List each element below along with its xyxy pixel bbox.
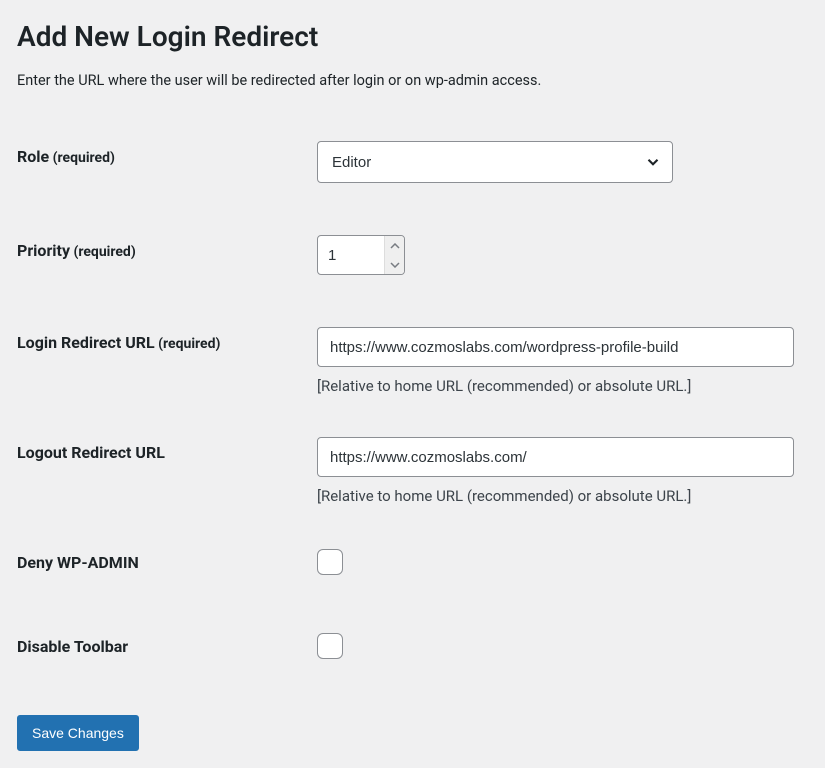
logout-redirect-label-main: Logout Redirect URL (17, 443, 165, 462)
chevron-up-icon (390, 243, 400, 249)
field-row-priority: Priority (required) (17, 235, 808, 275)
role-select[interactable]: Editor (317, 141, 673, 183)
priority-label: Priority (required) (17, 235, 317, 260)
role-label-main: Role (17, 147, 49, 166)
field-row-logout-redirect: Logout Redirect URL [Relative to home UR… (17, 437, 808, 505)
deny-wpadmin-checkbox[interactable] (317, 549, 343, 575)
page-title: Add New Login Redirect (17, 17, 808, 53)
logout-redirect-url-input[interactable] (317, 437, 794, 477)
chevron-down-icon (390, 262, 400, 268)
field-row-login-redirect: Login Redirect URL (required) [Relative … (17, 327, 808, 395)
priority-label-main: Priority (17, 241, 70, 260)
field-row-disable-toolbar: Disable Toolbar (17, 631, 808, 663)
login-redirect-url-input[interactable] (317, 327, 794, 367)
disable-toolbar-label: Disable Toolbar (17, 631, 317, 656)
page-description: Enter the URL where the user will be red… (17, 72, 808, 89)
disable-toolbar-checkbox[interactable] (317, 633, 343, 659)
disable-toolbar-label-main: Disable Toolbar (17, 637, 128, 656)
field-row-role: Role (required) Editor (17, 141, 808, 183)
login-redirect-label-main: Login Redirect URL (17, 333, 155, 352)
spinner-down-button[interactable] (385, 255, 404, 274)
login-redirect-label: Login Redirect URL (required) (17, 327, 317, 352)
save-changes-button[interactable]: Save Changes (17, 715, 139, 751)
role-label-required: (required) (49, 150, 115, 166)
priority-label-required: (required) (70, 244, 136, 260)
login-redirect-label-required: (required) (155, 336, 221, 352)
deny-wpadmin-label-main: Deny WP-ADMIN (17, 553, 139, 572)
login-redirect-hint: [Relative to home URL (recommended) or a… (317, 377, 808, 395)
logout-redirect-hint: [Relative to home URL (recommended) or a… (317, 487, 808, 505)
deny-wpadmin-label: Deny WP-ADMIN (17, 547, 317, 572)
spinner-up-button[interactable] (385, 236, 404, 255)
logout-redirect-label: Logout Redirect URL (17, 437, 317, 462)
role-label: Role (required) (17, 141, 317, 166)
number-spinner (384, 236, 404, 274)
field-row-deny-wpadmin: Deny WP-ADMIN (17, 547, 808, 579)
